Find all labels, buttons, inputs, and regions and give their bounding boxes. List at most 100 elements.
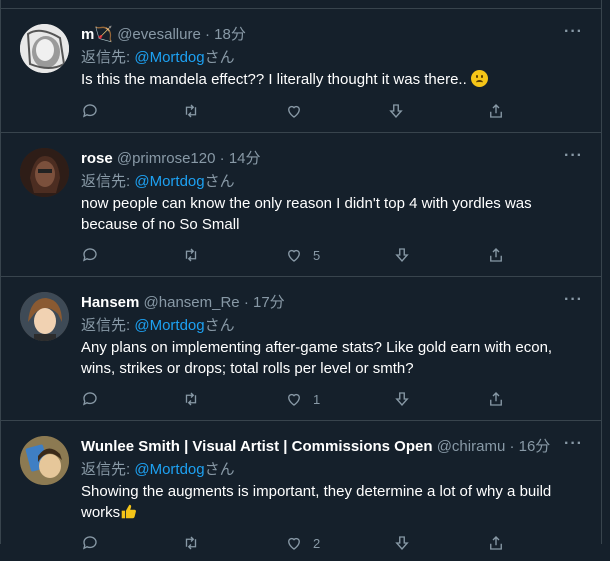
tweet-actions: 2	[81, 533, 511, 553]
vote-down-button[interactable]	[387, 101, 405, 121]
vote-down-button[interactable]	[393, 389, 411, 409]
avatar[interactable]	[20, 436, 69, 485]
reply-button[interactable]	[81, 389, 99, 409]
user-handle[interactable]: @primrose120	[117, 150, 216, 167]
reply-prefix: 返信先:	[81, 49, 131, 66]
user-handle[interactable]: @evesallure	[117, 26, 201, 43]
more-options-icon[interactable]: ···	[564, 435, 583, 453]
tweet-text: now people can know the only reason I di…	[81, 195, 532, 233]
tweet[interactable]: Hansem @hansem_Re · 17分 ··· 返信先: @Mortdo…	[1, 277, 601, 421]
reply-icon	[82, 248, 97, 262]
avatar[interactable]	[20, 148, 69, 197]
reply-to-line: 返信先: @Mortdogさん	[81, 316, 235, 336]
display-name[interactable]: rose	[81, 150, 113, 167]
retweet-button[interactable]	[182, 533, 200, 553]
avatar[interactable]	[20, 292, 69, 341]
more-options-icon[interactable]: ···	[564, 147, 583, 165]
retweet-icon	[185, 248, 197, 262]
share-icon	[490, 536, 502, 550]
tweet-text-content: Is this the mandela effect?? I literally…	[81, 71, 467, 88]
more-options-icon[interactable]: ···	[564, 23, 583, 41]
retweet-button[interactable]	[182, 245, 200, 265]
like-button[interactable]: 1	[285, 389, 320, 409]
tweet-text-content: Showing the augments is important, they …	[81, 483, 552, 521]
downvote-arrow-icon	[395, 536, 409, 551]
reply-to-line: 返信先: @Mortdogさん	[81, 460, 235, 480]
retweet-button[interactable]	[182, 101, 200, 121]
vote-down-button[interactable]	[393, 533, 411, 553]
retweet-icon	[185, 392, 197, 406]
tweet[interactable]: Wunlee Smith | Visual Artist | Commissio…	[1, 421, 601, 561]
mention-suffix: さん	[204, 317, 235, 334]
like-button[interactable]	[285, 101, 313, 121]
reply-icon	[82, 536, 97, 550]
separator-dot: ·	[243, 294, 249, 311]
previous-tweet-edge	[1, 0, 601, 9]
timestamp[interactable]: 17分	[253, 294, 285, 311]
share-button[interactable]	[487, 533, 505, 553]
share-icon	[490, 104, 502, 118]
tweet-text: Showing the augments is important, they …	[81, 481, 561, 523]
reply-to-line: 返信先: @Mortdogさん	[81, 172, 235, 192]
tweet-header: rose @primrose120 · 14分	[81, 149, 561, 169]
scrollbar[interactable]	[602, 0, 610, 544]
retweet-icon	[185, 104, 197, 118]
downvote-arrow-icon	[389, 104, 403, 119]
display-name[interactable]: m🏹	[81, 26, 113, 43]
timestamp[interactable]: 18分	[214, 26, 246, 43]
retweet-icon	[185, 536, 197, 550]
share-button[interactable]	[487, 245, 505, 265]
user-handle[interactable]: @hansem_Re	[144, 294, 240, 311]
worried-face-emoji-icon	[470, 70, 488, 87]
like-count: 2	[313, 535, 321, 551]
mention-suffix: さん	[204, 461, 235, 478]
mention-suffix: さん	[204, 49, 235, 66]
timestamp[interactable]: 14分	[229, 150, 261, 167]
reply-to-line: 返信先: @Mortdogさん	[81, 48, 235, 68]
display-name[interactable]: Wunlee Smith | Visual Artist | Commissio…	[81, 438, 433, 455]
mention-link[interactable]: @Mortdog	[134, 49, 204, 66]
tweet-header: m🏹 @evesallure · 18分	[81, 25, 561, 45]
user-handle[interactable]: @chiramu	[437, 438, 506, 455]
tweet-header: Hansem @hansem_Re · 17分	[81, 293, 561, 313]
heart-icon	[288, 105, 300, 118]
reply-prefix: 返信先:	[81, 173, 131, 190]
mention-link[interactable]: @Mortdog	[134, 173, 204, 190]
avatar[interactable]	[20, 24, 69, 73]
downvote-arrow-icon	[395, 248, 409, 263]
mention-suffix: さん	[204, 173, 235, 190]
reply-button[interactable]	[81, 101, 99, 121]
thumbs-up-emoji-icon	[121, 504, 137, 519]
reply-icon	[82, 104, 97, 118]
reply-icon	[82, 392, 97, 406]
separator-dot: ·	[204, 26, 210, 43]
vote-down-button[interactable]	[393, 245, 411, 265]
like-button[interactable]: 2	[285, 533, 320, 553]
tweet-header: Wunlee Smith | Visual Artist | Commissio…	[81, 437, 561, 457]
heart-icon	[288, 249, 300, 262]
more-options-icon[interactable]: ···	[564, 291, 583, 309]
reply-button[interactable]	[81, 533, 99, 553]
separator-dot: ·	[509, 438, 515, 455]
like-button[interactable]: 5	[285, 245, 320, 265]
share-button[interactable]	[487, 389, 505, 409]
reply-feed: m🏹 @evesallure · 18分 ··· 返信先: @Mortdogさん…	[0, 0, 602, 551]
reply-prefix: 返信先:	[81, 317, 131, 334]
downvote-arrow-icon	[395, 392, 409, 407]
reply-button[interactable]	[81, 245, 99, 265]
heart-icon	[288, 537, 300, 550]
heart-icon	[288, 393, 300, 406]
share-icon	[490, 248, 502, 262]
tweet[interactable]: rose @primrose120 · 14分 ··· 返信先: @Mortdo…	[1, 133, 601, 277]
tweet-actions	[81, 101, 511, 121]
display-name[interactable]: Hansem	[81, 294, 139, 311]
mention-link[interactable]: @Mortdog	[134, 317, 204, 334]
tweet[interactable]: m🏹 @evesallure · 18分 ··· 返信先: @Mortdogさん…	[1, 9, 601, 133]
retweet-button[interactable]	[182, 389, 200, 409]
like-count: 5	[313, 247, 321, 263]
share-button[interactable]	[487, 101, 505, 121]
share-icon	[490, 392, 502, 406]
mention-link[interactable]: @Mortdog	[134, 461, 204, 478]
separator-dot: ·	[219, 150, 225, 167]
timestamp[interactable]: 16分	[519, 438, 551, 455]
